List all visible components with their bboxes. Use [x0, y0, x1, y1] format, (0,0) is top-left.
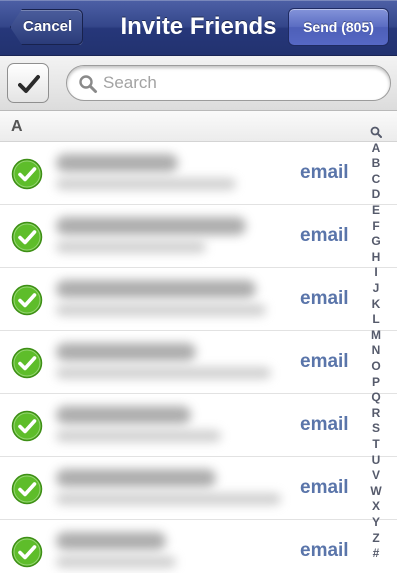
index-letter[interactable]: X — [366, 500, 386, 513]
section-header: A — [0, 111, 397, 142]
contact-detail-redacted — [56, 430, 221, 442]
contact-row[interactable]: email — [0, 331, 397, 394]
index-letter[interactable]: H — [366, 250, 386, 264]
index-letter[interactable]: J — [366, 282, 386, 295]
contact-detail-redacted — [56, 493, 281, 505]
check-circle-icon[interactable] — [11, 410, 43, 442]
contact-list: email email email email email email emai… — [0, 142, 397, 573]
index-letter[interactable]: U — [366, 453, 386, 467]
contact-name-redacted — [56, 217, 246, 235]
check-circle-icon[interactable] — [11, 284, 43, 316]
contact-row[interactable]: email — [0, 457, 397, 520]
search-bar — [0, 56, 397, 111]
index-letter[interactable]: L — [366, 313, 386, 326]
contact-row[interactable]: email — [0, 520, 397, 573]
index-letter[interactable]: G — [366, 235, 386, 248]
index-letter[interactable]: D — [366, 188, 386, 201]
index-letter[interactable]: V — [366, 469, 386, 482]
email-label[interactable]: email — [300, 540, 349, 562]
check-circle-icon[interactable] — [11, 158, 43, 190]
checkmark-icon — [18, 75, 40, 93]
contact-detail-redacted — [56, 304, 266, 316]
index-letter[interactable]: E — [366, 204, 386, 217]
contact-detail-redacted — [56, 556, 176, 568]
index-letter[interactable]: W — [366, 484, 386, 498]
index-letter[interactable]: S — [366, 422, 386, 435]
index-letter[interactable]: A — [366, 141, 386, 155]
index-letter[interactable]: I — [366, 266, 386, 279]
check-circle-icon[interactable] — [11, 221, 43, 253]
index-letter[interactable]: M — [366, 328, 386, 342]
contact-detail-redacted — [56, 367, 271, 379]
contact-name-redacted — [56, 280, 256, 298]
section-header-letter: A — [11, 118, 23, 135]
check-circle-icon[interactable] — [11, 536, 43, 568]
contact-detail-redacted — [56, 241, 206, 253]
contact-name-redacted — [56, 532, 166, 550]
send-button[interactable]: Send (805) — [288, 8, 389, 46]
index-letter[interactable]: Y — [366, 516, 386, 529]
email-label[interactable]: email — [300, 288, 349, 310]
index-letter[interactable]: R — [366, 406, 386, 420]
index-letter[interactable]: Z — [366, 531, 386, 545]
index-search-icon[interactable] — [370, 126, 382, 138]
email-label[interactable]: email — [300, 351, 349, 373]
email-label[interactable]: email — [300, 162, 349, 184]
email-label[interactable]: email — [300, 477, 349, 499]
index-letter[interactable]: C — [366, 172, 386, 186]
index-letter[interactable]: Q — [366, 391, 386, 404]
index-letter[interactable]: P — [366, 375, 386, 389]
alphabet-index[interactable]: A B C D E F G H I J K L M N O P Q R S T … — [366, 126, 386, 566]
contact-name-redacted — [56, 406, 191, 424]
invite-friends-screen: Cancel Invite Friends Send (805) A — [0, 0, 397, 573]
search-icon — [79, 75, 97, 93]
index-letter[interactable]: # — [366, 547, 386, 560]
index-letter[interactable]: B — [366, 157, 386, 170]
contact-detail-redacted — [56, 178, 236, 190]
index-letter[interactable]: O — [366, 360, 386, 373]
contact-row[interactable]: email — [0, 205, 397, 268]
index-letter[interactable]: F — [366, 219, 386, 233]
check-circle-icon[interactable] — [11, 473, 43, 505]
email-label[interactable]: email — [300, 414, 349, 436]
check-circle-icon[interactable] — [11, 347, 43, 379]
contact-row[interactable]: email — [0, 268, 397, 331]
index-letter[interactable]: N — [366, 344, 386, 357]
search-input[interactable] — [103, 72, 373, 94]
contact-name-redacted — [56, 469, 216, 487]
nav-bar: Cancel Invite Friends Send (805) — [0, 0, 397, 56]
select-all-toggle[interactable] — [7, 63, 49, 103]
contact-name-redacted — [56, 343, 196, 361]
email-label[interactable]: email — [300, 225, 349, 247]
contact-name-redacted — [56, 154, 178, 172]
contact-row[interactable]: email — [0, 394, 397, 457]
index-letter[interactable]: T — [366, 438, 386, 451]
contact-row[interactable]: email — [0, 142, 397, 205]
index-letter[interactable]: K — [366, 297, 386, 311]
search-field[interactable] — [66, 65, 391, 101]
